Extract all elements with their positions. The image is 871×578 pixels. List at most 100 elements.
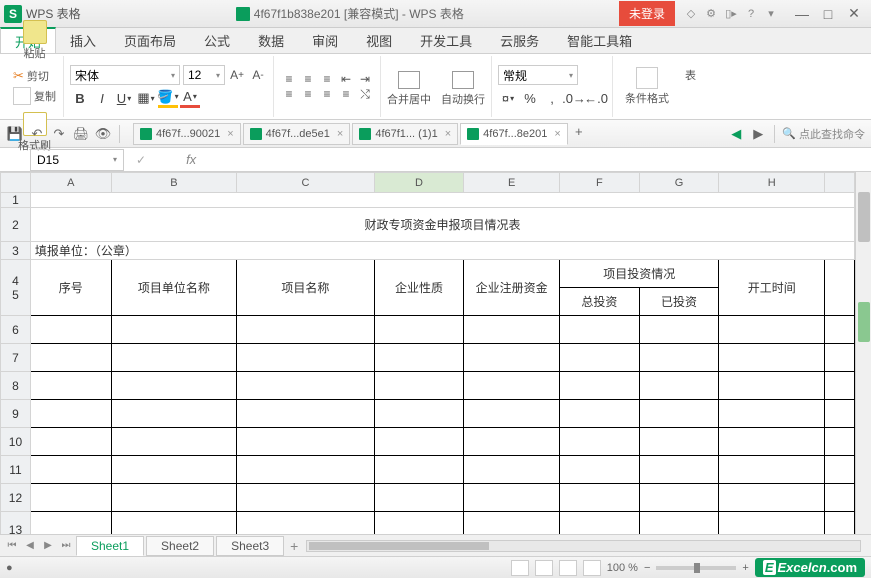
row-header[interactable]: 12 [1,484,31,512]
cell[interactable]: 项目名称 [237,260,374,316]
align-left-button[interactable]: ≡ [280,87,298,101]
minimize-button[interactable]: — [789,3,815,25]
row-header[interactable]: 2 [1,208,31,242]
settings-icon[interactable]: ⚙ [703,6,719,22]
tab-insert[interactable]: 插入 [56,28,110,53]
cell[interactable] [374,456,464,484]
add-sheet-button[interactable]: + [290,538,298,554]
nav-fwd-icon[interactable]: ▶ [749,125,767,143]
cell[interactable] [559,400,639,428]
justify-button[interactable]: ≡ [337,87,355,101]
cell[interactable]: 填报单位：（公章） [30,242,854,260]
cell[interactable]: 已投资 [639,288,719,316]
indent-dec-button[interactable]: ⇤ [337,72,355,86]
paste-button[interactable]: 粘贴 [21,18,49,63]
sheet-tab[interactable]: Sheet3 [216,536,284,556]
cell[interactable] [237,400,374,428]
comma-button[interactable]: , [542,88,562,108]
scrollbar-thumb[interactable] [858,302,870,342]
redo-icon[interactable]: ↷ [50,125,68,143]
cell[interactable]: 项目投资情况 [559,260,718,288]
row-header[interactable]: 11 [1,456,31,484]
cell[interactable] [111,316,237,344]
sheet-nav-next[interactable]: ▶ [40,538,56,554]
currency-button[interactable]: ¤▾ [498,88,518,108]
tab-formula[interactable]: 公式 [190,28,244,53]
cell[interactable] [464,316,560,344]
column-header[interactable]: H [719,173,825,193]
tab-cloud[interactable]: 云服务 [486,28,553,53]
cell[interactable] [111,456,237,484]
column-header[interactable]: G [639,173,719,193]
cut-button[interactable]: ✂剪切 [12,67,57,85]
column-header[interactable]: F [559,173,639,193]
tab-review[interactable]: 审阅 [298,28,352,53]
font-size-select[interactable]: 12▾ [183,65,225,85]
skin-icon[interactable]: ▯▸ [723,6,739,22]
column-header[interactable] [825,173,855,193]
sheet-nav-prev[interactable]: ◀ [22,538,38,554]
add-doc-tab-button[interactable]: + [570,123,588,141]
cell[interactable] [464,484,560,512]
nav-back-icon[interactable]: ◀ [727,125,745,143]
view-break-button[interactable] [559,560,577,576]
cell[interactable] [639,372,719,400]
cell[interactable] [111,428,237,456]
cell[interactable] [639,484,719,512]
italic-button[interactable]: I [92,88,112,108]
cell[interactable] [559,456,639,484]
doc-tab[interactable]: 4f67f...90021× [133,123,241,145]
cell[interactable] [559,316,639,344]
cell[interactable] [719,512,825,535]
sheet-tab[interactable]: Sheet1 [76,536,144,556]
column-header[interactable]: A [30,173,111,193]
cell[interactable] [464,428,560,456]
close-tab-icon[interactable]: × [337,128,343,140]
cell[interactable] [237,456,374,484]
column-header[interactable]: B [111,173,237,193]
caret-icon[interactable]: ▾ [763,6,779,22]
fill-color-button[interactable]: 🪣▾ [158,88,178,108]
tab-layout[interactable]: 页面布局 [110,28,190,53]
cell[interactable] [719,484,825,512]
preview-icon[interactable]: 👁 [94,125,112,143]
row-header[interactable]: 1 [1,193,31,208]
cell[interactable] [237,344,374,372]
copy-button[interactable]: 复制 [12,86,57,106]
cell[interactable] [825,316,855,344]
row-header[interactable]: 9 [1,400,31,428]
tab-dev[interactable]: 开发工具 [406,28,486,53]
cell[interactable]: 企业性质 [374,260,464,316]
scrollbar-thumb[interactable] [858,192,870,242]
login-status-button[interactable]: 未登录 [619,1,675,26]
doc-tab[interactable]: 4f67f1... (1)1× [352,123,458,145]
cell[interactable] [237,484,374,512]
row-header[interactable]: 45 [1,260,31,316]
cell[interactable] [464,344,560,372]
cell[interactable] [825,512,855,535]
cell-title[interactable]: 财政专项资金申报项目情况表 [30,208,854,242]
slider-knob[interactable] [694,563,700,573]
fx-icon[interactable]: fx [186,152,196,167]
cell[interactable] [464,456,560,484]
command-search[interactable]: 🔍点此查找命令 [782,126,865,142]
zoom-out-button[interactable]: − [644,562,650,574]
merge-center-button[interactable]: 合并居中 [387,71,431,107]
cell[interactable] [374,512,464,535]
cell[interactable] [30,316,111,344]
cell[interactable] [639,316,719,344]
cell[interactable] [719,344,825,372]
orientation-button[interactable]: ⤭ [356,87,374,101]
cell[interactable] [237,428,374,456]
increase-font-button[interactable]: A+ [228,66,246,84]
cell[interactable] [825,344,855,372]
number-format-select[interactable]: 常规▾ [498,65,578,85]
cell[interactable] [639,344,719,372]
cell[interactable] [719,316,825,344]
help-icon[interactable]: ? [743,6,759,22]
percent-button[interactable]: % [520,88,540,108]
sheet-nav-last[interactable]: ⏭ [58,538,74,554]
row-header[interactable]: 6 [1,316,31,344]
row-header[interactable]: 7 [1,344,31,372]
undo-icon[interactable]: ↶ [28,125,46,143]
